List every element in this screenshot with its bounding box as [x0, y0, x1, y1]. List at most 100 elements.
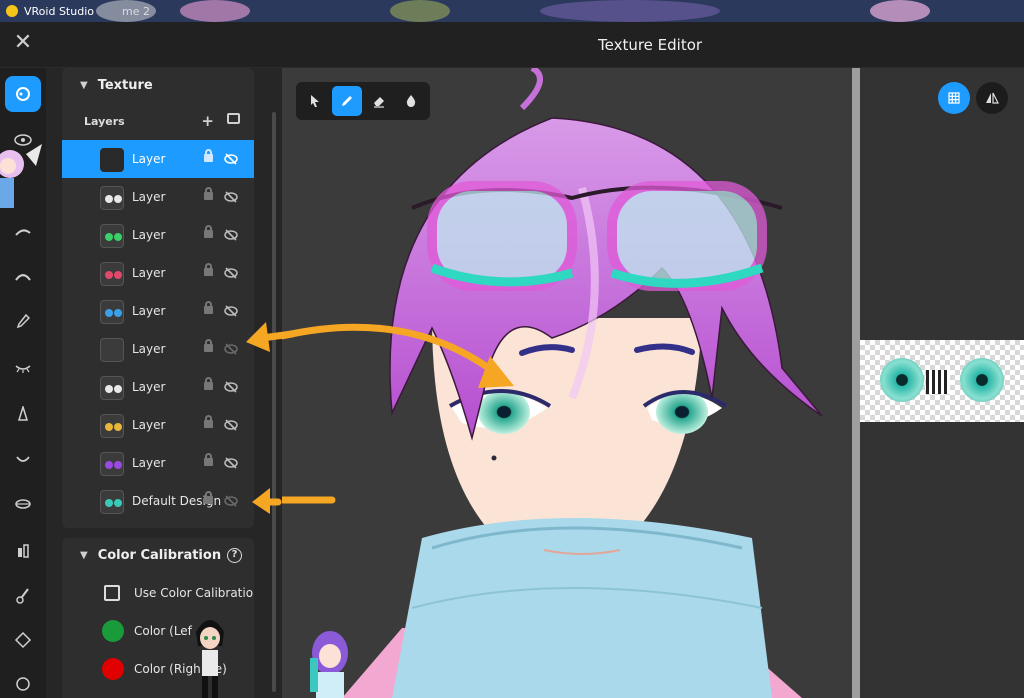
add-image-layer-icon[interactable]	[227, 113, 240, 124]
eye-off-icon[interactable]	[224, 380, 238, 394]
layer-row[interactable]: Layer	[62, 368, 254, 406]
rail-brush-button[interactable]	[5, 578, 41, 614]
annotation-arrow	[246, 322, 294, 352]
chevron-down-icon: ▼	[80, 549, 88, 561]
color-calibration-title: Color Calibration	[97, 547, 222, 563]
eye-off-icon[interactable]	[224, 456, 238, 470]
layer-row[interactable]: Layer	[62, 444, 254, 482]
lock-icon[interactable]	[204, 377, 213, 390]
eye-off-icon[interactable]	[224, 190, 238, 204]
mirror-toggle-button[interactable]	[976, 82, 1008, 114]
lock-icon[interactable]	[204, 263, 213, 276]
rail-dropper-button[interactable]	[5, 304, 41, 340]
thumbnail-eye	[114, 461, 122, 469]
lock-icon[interactable]	[204, 453, 213, 466]
fill-tool-button[interactable]	[396, 86, 426, 116]
brush-icon	[16, 588, 29, 604]
layer-row[interactable]: Layer	[62, 292, 254, 330]
lock-icon[interactable]	[204, 301, 213, 314]
layer-thumbnail	[100, 300, 124, 324]
use-color-calibration-checkbox[interactable]	[104, 585, 120, 601]
drawing-toolbar	[296, 82, 430, 120]
rail-eyebrow-button[interactable]	[5, 214, 41, 250]
page-title: Texture Editor	[598, 36, 703, 54]
layer-row[interactable]: Default Design	[62, 482, 254, 520]
thumbnail-eye	[105, 423, 113, 431]
sticker-decoration	[96, 0, 156, 22]
texture-section-header[interactable]: ▼ Texture	[62, 68, 254, 102]
use-color-calibration-row[interactable]: Use Color Calibratio	[62, 578, 254, 608]
sticker-decoration	[540, 0, 720, 22]
lock-icon[interactable]	[204, 187, 213, 200]
layer-name: Layer	[132, 342, 166, 356]
lock-icon[interactable]	[204, 415, 213, 428]
3d-viewport[interactable]	[282, 68, 852, 698]
rail-eyelid-button[interactable]	[5, 350, 41, 386]
eye-off-icon[interactable]	[224, 228, 238, 242]
thumbnail-eye	[114, 309, 122, 317]
panel-divider-handle[interactable]	[852, 68, 860, 698]
color-left-swatch[interactable]	[102, 620, 124, 642]
eye-off-icon[interactable]	[224, 266, 238, 280]
pen-tool-button[interactable]	[332, 86, 362, 116]
layer-thumbnail	[100, 452, 124, 476]
layer-row[interactable]: Layer	[62, 140, 254, 178]
eraser-tool-button[interactable]	[364, 86, 394, 116]
chibi-sticker	[0, 144, 42, 208]
texture-preview-panel	[860, 68, 1024, 698]
lock-icon[interactable]	[204, 491, 213, 504]
eyelid-icon	[15, 365, 31, 373]
eye-off-icon[interactable]	[224, 152, 238, 166]
annotation-arrow	[282, 496, 336, 504]
thumbnail-eye	[105, 309, 113, 317]
layer-row[interactable]: Layer	[62, 406, 254, 444]
layer-name: Layer	[132, 456, 166, 470]
color-right-swatch[interactable]	[102, 658, 124, 680]
layer-thumbnail	[100, 262, 124, 286]
layer-name: Layer	[132, 304, 166, 318]
layer-name: Layer	[132, 418, 166, 432]
color-left-label: Color (Lef	[134, 624, 192, 638]
rail-mouth-button[interactable]	[5, 442, 41, 478]
help-icon[interactable]: ?	[227, 548, 242, 563]
eye-off-icon[interactable]	[224, 418, 238, 432]
grid-toggle-button[interactable]	[938, 82, 970, 114]
eye-off-icon[interactable]	[224, 494, 238, 508]
add-layer-icon[interactable]: +	[201, 112, 214, 130]
cursor-arrow-icon	[311, 95, 319, 107]
color-calibration-header[interactable]: ▼ Color Calibration	[62, 538, 254, 572]
layer-row[interactable]: Layer	[62, 330, 254, 368]
rail-face-button[interactable]	[5, 76, 41, 112]
face-shape-icon	[14, 631, 32, 649]
lock-icon[interactable]	[204, 149, 213, 162]
texture-preview[interactable]	[860, 340, 1024, 422]
lock-icon[interactable]	[204, 225, 213, 238]
rail-extra-button[interactable]	[5, 666, 41, 698]
thumbnail-eye	[114, 195, 122, 203]
layer-row[interactable]: Layer	[62, 178, 254, 216]
layer-row[interactable]: Layer	[62, 216, 254, 254]
texture-qr-mark	[926, 370, 950, 394]
layer-name: Layer	[132, 380, 166, 394]
layers-header: Layers +	[62, 108, 254, 134]
layer-row[interactable]: Layer	[62, 254, 254, 292]
face-icon	[16, 87, 30, 101]
nose-icon	[17, 406, 29, 421]
rail-face-shape-button[interactable]	[5, 622, 41, 658]
thumbnail-eye	[105, 233, 113, 241]
rail-lips-button[interactable]	[5, 486, 41, 522]
close-button[interactable]: ✕	[12, 32, 34, 54]
rail-nose-button[interactable]	[5, 396, 41, 432]
lock-icon[interactable]	[204, 339, 213, 352]
select-tool-button[interactable]	[300, 86, 330, 116]
rail-makeup-button[interactable]	[5, 532, 41, 568]
eye-off-icon[interactable]	[224, 342, 238, 356]
panel-scrollbar[interactable]	[272, 112, 276, 692]
layer-thumbnail	[100, 148, 124, 172]
eye-off-icon[interactable]	[224, 304, 238, 318]
eraser-icon	[374, 97, 384, 108]
window-title-bar: VRoid Studio me 2	[0, 0, 1024, 22]
layers-label: Layers	[84, 114, 125, 128]
annotation-arrow	[252, 488, 282, 514]
rail-eyelash-button[interactable]	[5, 258, 41, 294]
